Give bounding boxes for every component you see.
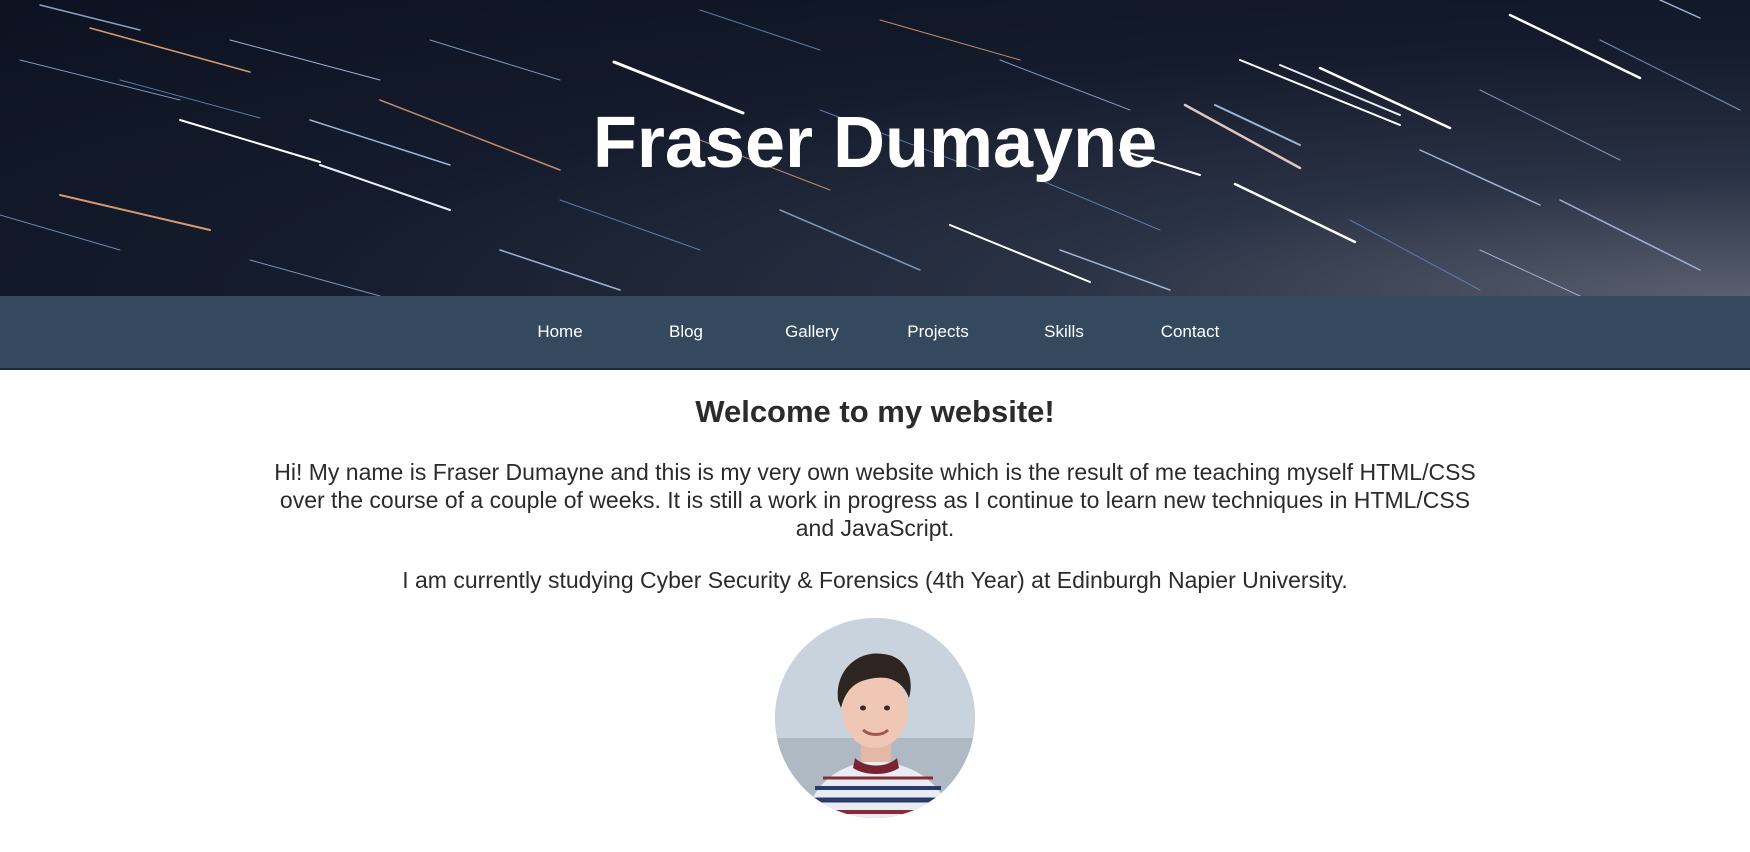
nav-blog[interactable]: Blog (623, 296, 749, 368)
main-content: Welcome to my website! Hi! My name is Fr… (0, 392, 1750, 818)
header-banner: Fraser Dumayne (0, 0, 1750, 296)
nav-contact[interactable]: Contact (1127, 296, 1253, 368)
profile-photo (775, 618, 975, 818)
nav-skills[interactable]: Skills (1001, 296, 1127, 368)
study-paragraph: I am currently studying Cyber Security &… (402, 567, 1348, 593)
site-title: Fraser Dumayne (592, 103, 1158, 183)
main-navigation: Home Blog Gallery Projects Skills Contac… (0, 296, 1750, 370)
nav-home[interactable]: Home (497, 296, 623, 368)
nav-gallery[interactable]: Gallery (749, 296, 875, 368)
intro-paragraph: Hi! My name is Fraser Dumayne and this i… (274, 459, 1476, 541)
welcome-heading: Welcome to my website! (695, 394, 1055, 429)
nav-projects[interactable]: Projects (875, 296, 1001, 368)
